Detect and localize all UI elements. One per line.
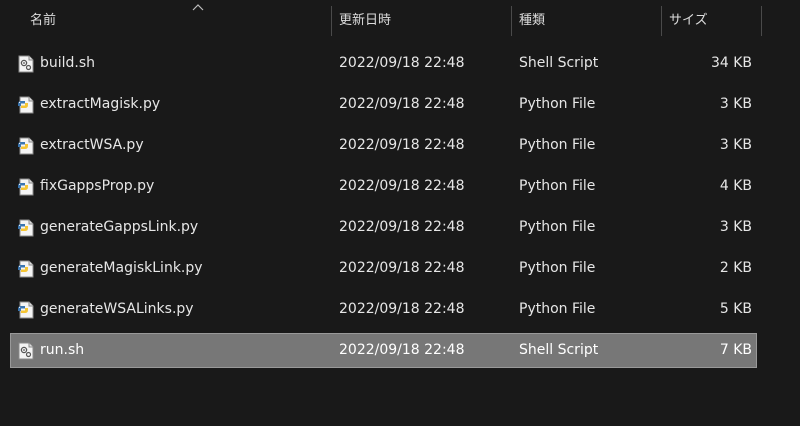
column-header-name-label: 名前: [30, 13, 57, 28]
file-row[interactable]: extractWSA.py 2022/09/18 22:48 Python File…: [11, 129, 756, 162]
file-size: 7 KB: [719, 342, 752, 358]
file-name: extractMagisk.py: [40, 96, 161, 112]
file-row[interactable]: generateGappsLink.py 2022/09/18 22:48 Pyth…: [11, 211, 756, 244]
file-row[interactable]: run.sh 2022/09/18 22:48 Shell Script 7 KB: [10, 333, 757, 368]
file-size: 2 KB: [719, 260, 752, 276]
file-row[interactable]: generateWSALinks.py 2022/09/18 22:48 Pytho…: [11, 293, 756, 326]
file-type: Shell Script: [519, 55, 599, 71]
file-type: Python File: [519, 96, 596, 112]
file-type: Python File: [519, 178, 596, 194]
file-row[interactable]: build.sh 2022/09/18 22:48 Shell Script 34 K…: [11, 47, 756, 80]
file-modified-date: 2022/09/18 22:48: [339, 260, 465, 276]
file-size: 4 KB: [719, 178, 752, 194]
column-header-size-label: サイズ: [669, 13, 708, 28]
file-size: 3 KB: [719, 137, 752, 153]
file-name: generateWSALinks.py: [40, 301, 194, 317]
file-size: 3 KB: [719, 219, 752, 235]
file-size: 5 KB: [719, 301, 752, 317]
python-file-icon: [16, 177, 36, 197]
file-name: extractWSA.py: [40, 137, 144, 153]
python-file-icon: [16, 218, 36, 238]
file-row[interactable]: extractMagisk.py 2022/09/18 22:48 Python F…: [11, 88, 756, 121]
file-name: generateGappsLink.py: [40, 219, 199, 235]
file-modified-date: 2022/09/18 22:48: [339, 342, 465, 358]
column-header-size[interactable]: サイズ: [661, 0, 761, 40]
file-row[interactable]: generateMagiskLink.py 2022/09/18 22:48 Pyt…: [11, 252, 756, 285]
file-size: 3 KB: [719, 96, 752, 112]
column-header-type-label: 種類: [519, 13, 546, 28]
sort-ascending-icon: [192, 4, 204, 11]
file-list-view: 名前 更新日時 種類 サイズ build.sh 2022/09/18 22:48 S…: [0, 0, 800, 426]
file-type: Python File: [519, 137, 596, 153]
file-modified-date: 2022/09/18 22:48: [339, 219, 465, 235]
shell-script-icon: [16, 341, 36, 361]
file-modified-date: 2022/09/18 22:48: [339, 55, 465, 71]
column-header-date-label: 更新日時: [339, 13, 392, 28]
file-modified-date: 2022/09/18 22:48: [339, 96, 465, 112]
file-name: build.sh: [40, 55, 96, 71]
file-name: fixGappsProp.py: [40, 178, 155, 194]
column-header-bar: 名前 更新日時 種類 サイズ: [0, 0, 800, 40]
column-header-date[interactable]: 更新日時: [331, 0, 511, 40]
file-type: Python File: [519, 260, 596, 276]
python-file-icon: [16, 259, 36, 279]
file-type: Shell Script: [519, 342, 599, 358]
file-modified-date: 2022/09/18 22:48: [339, 137, 465, 153]
shell-script-icon: [16, 54, 36, 74]
python-file-icon: [16, 136, 36, 156]
file-type: Python File: [519, 301, 596, 317]
file-size: 34 KB: [710, 55, 752, 71]
file-type: Python File: [519, 219, 596, 235]
column-header-type[interactable]: 種類: [511, 0, 661, 40]
file-modified-date: 2022/09/18 22:48: [339, 178, 465, 194]
file-modified-date: 2022/09/18 22:48: [339, 301, 465, 317]
column-divider-size[interactable]: [761, 6, 762, 36]
file-name: run.sh: [40, 342, 85, 358]
python-file-icon: [16, 95, 36, 115]
column-header-name[interactable]: 名前: [22, 0, 330, 40]
python-file-icon: [16, 300, 36, 320]
file-name: generateMagiskLink.py: [40, 260, 203, 276]
file-row[interactable]: fixGappsProp.py 2022/09/18 22:48 Python Fi…: [11, 170, 756, 203]
